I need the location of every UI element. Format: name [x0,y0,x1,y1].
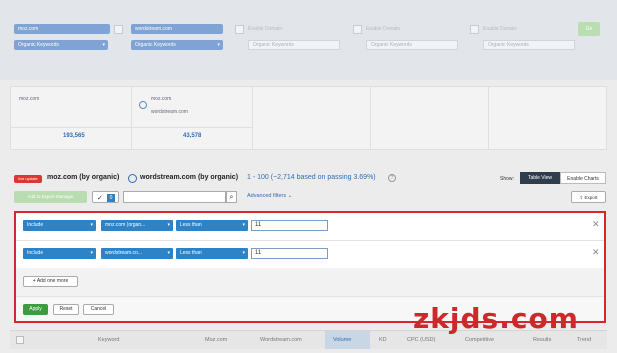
chevron-down-icon: ▾ [102,42,105,48]
enable-domain-label: Enable Domain [483,26,518,32]
advanced-filters-toggle[interactable]: Advanced filters ⌄ [247,193,292,199]
column-header-cpc[interactable]: CPC (USD) [407,337,435,343]
type-select-1[interactable]: Organic Keywords ▾ [14,40,108,50]
type-select-label: Organic Keywords [253,42,294,48]
chevron-down-icon: ▾ [217,42,220,48]
chevron-down-icon: ▾ [167,222,170,228]
enable-charts-button[interactable]: Enable Charts [560,172,606,184]
domain-2-title: wordstream.com (by organic) [140,174,239,181]
add-one-more-button[interactable]: + Add one more [23,276,78,287]
select-all-checkbox[interactable] [16,336,24,344]
column-header-trend[interactable]: Trend [577,337,591,343]
overlap-icon [139,101,147,109]
check-icon: ✓ [97,195,103,202]
chevron-down-icon: ▾ [242,222,245,228]
enable-domain-label: Enable Domain [248,26,283,32]
domain-1-label: moz.com [19,96,40,102]
domain-filter-area: moz.com wordstream.com Enable Domain Ena… [0,0,617,80]
enable-domain-checkbox-1[interactable] [235,25,244,34]
column-header-keyword[interactable]: Keyword [98,337,119,343]
field-select-label: moz.com (organ... [105,222,146,228]
column-header-domain-1[interactable]: Moz.com [205,337,227,343]
export-button[interactable]: ⇪ Export [571,191,606,203]
operator-select-label: Less than [180,250,202,256]
chevron-down-icon: ▾ [167,250,170,256]
upload-icon: ⇪ [579,195,584,200]
advanced-filters-label: Advanced filters [247,193,287,199]
type-select-label: Organic Keywords [488,42,529,48]
close-icon[interactable]: ✕ [592,247,600,258]
domain-1-count[interactable]: 193,565 [63,133,85,139]
operator-select[interactable]: Less than ▾ [176,248,248,259]
select-checkbox-dropdown[interactable]: ✓ 0 [92,191,119,203]
filter-row: Include ▾ wordstream.co... ▾ Less than ▾ 11… [16,241,604,269]
type-select-label: Organic Keywords [18,42,59,48]
cancel-button[interactable]: Cancel [83,304,114,315]
domain-1-title: moz.com (by organic) [47,174,120,181]
include-select-label: Include [27,250,44,256]
comparison-values-row [11,127,252,150]
enable-domain-checkbox-2[interactable] [353,25,362,34]
results-range: 1 - 100 (~2,714 based on passing 3.69%) [247,174,376,181]
column-header-kd[interactable]: KD [379,337,387,343]
filter-row: Include ▾ moz.com (organ... ▾ Less than ▾ 1… [16,213,604,241]
domain-2-count[interactable]: 43,578 [183,133,201,139]
operator-select[interactable]: Less than ▾ [176,220,248,231]
chevron-down-icon: ▾ [90,222,93,228]
column-header-domain-2[interactable]: Wordstream.com [260,337,302,343]
field-select-label: wordstream.co... [105,250,142,256]
reset-button[interactable]: Reset [53,304,79,315]
question-icon[interactable]: ? [388,174,396,182]
show-label: Show: [500,176,514,182]
go-button[interactable]: Go [578,22,600,36]
type-select-5[interactable]: Organic Keywords [483,40,575,50]
comparison-column [370,87,489,149]
type-select-3[interactable]: Organic Keywords [248,40,340,50]
overlap-icon [128,174,137,183]
table-view-button[interactable]: Table View [520,172,560,184]
type-select-label: Organic Keywords [135,42,176,48]
plus-icon: + [32,278,36,284]
include-select[interactable]: Include ▾ [23,248,96,259]
selected-count: 0 [107,194,115,202]
add-one-more-label: Add one more [36,278,69,284]
type-select-2[interactable]: Organic Keywords ▾ [131,40,223,50]
close-icon[interactable]: ✕ [592,219,600,230]
field-select[interactable]: wordstream.co... ▾ [101,248,173,259]
keyword-search-input[interactable] [123,191,226,203]
operator-select-label: Less than [180,222,202,228]
domain-2-label: wordstream.com [151,109,188,115]
search-icon[interactable]: ⌕ [226,191,237,203]
domain-chip-1[interactable]: moz.com [14,24,110,34]
live-update-badge: live update [14,175,42,183]
column-header-volume[interactable]: Volume [333,337,351,343]
field-select[interactable]: moz.com (organ... ▾ [101,220,173,231]
filter-value-input[interactable]: 11 [251,248,328,259]
add-filter-row: + Add one more [16,268,604,297]
filter-value-input[interactable]: 11 [251,220,328,231]
chevron-down-icon: ▾ [242,250,245,256]
comparison-column [252,87,371,149]
enable-domain-label: Enable Domain [366,26,401,32]
add-to-export-button[interactable]: Add to Export Manager [14,191,87,203]
domain-2-label: moz.com [151,96,172,102]
column-header-results[interactable]: Results [533,337,551,343]
type-select-label: Organic Keywords [371,42,412,48]
domain-chip-label: wordstream.com [135,26,172,32]
enable-domain-checkbox-3[interactable] [470,25,479,34]
domain-chip-2[interactable]: wordstream.com [131,24,223,34]
keyword-comparison-table: moz.com moz.com wordstream.com 193,565 4… [10,86,607,150]
domain-chip-label: moz.com [18,26,39,32]
include-select-label: Include [27,222,44,228]
export-label: Export [584,195,598,200]
domain-chip-checkbox[interactable] [114,25,123,34]
include-select[interactable]: Include ▾ [23,220,96,231]
chevron-down-icon: ⌄ [287,193,293,199]
watermark: zkjds.com [413,302,579,335]
type-select-4[interactable]: Organic Keywords [366,40,458,50]
chevron-down-icon: ▾ [90,250,93,256]
apply-button[interactable]: Apply [23,304,48,315]
column-header-competitive[interactable]: Competitive [465,337,494,343]
